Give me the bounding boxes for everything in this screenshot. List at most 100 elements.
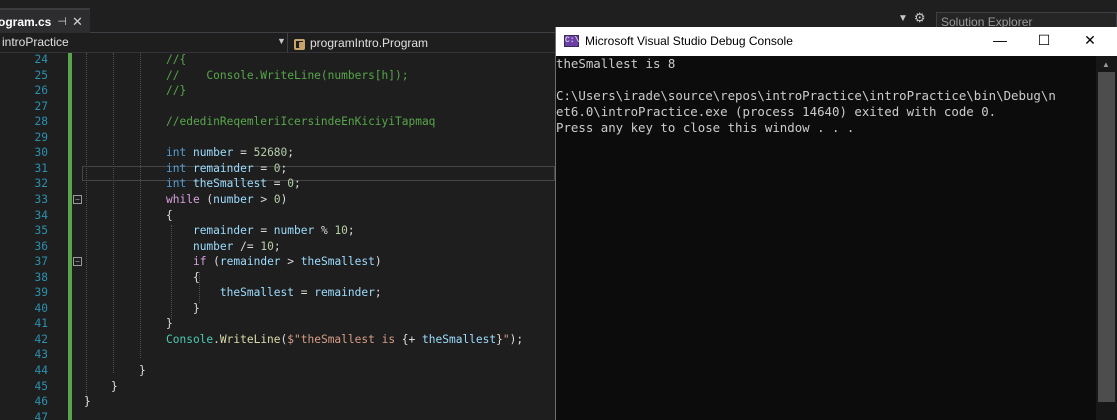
code-token: {	[401, 332, 409, 346]
code-token: //}	[166, 84, 187, 98]
dropdown-icon[interactable]: ▼	[898, 13, 908, 24]
code-line[interactable]: 45}	[0, 380, 555, 396]
code-line[interactable]: 46}	[0, 395, 555, 411]
code-token: 10	[334, 224, 348, 238]
code-token: ;	[287, 146, 295, 160]
code-line[interactable]: 35 remainder = number % 10;	[0, 224, 555, 240]
class-dropdown[interactable]: programIntro.Program	[293, 33, 428, 52]
gear-icon[interactable]: ⚙	[914, 10, 926, 26]
code-token: WriteLine	[219, 332, 281, 346]
code-line[interactable]: 37 − if (remainder > theSmallest)	[0, 255, 555, 271]
code-line[interactable]: 32 int theSmallest = 0;	[0, 177, 555, 193]
line-number: 38	[34, 270, 48, 284]
code-line[interactable]: 27	[0, 100, 555, 116]
code-line[interactable]: 31 int remainder = 0;	[0, 162, 555, 178]
code-token: ;	[294, 177, 301, 191]
maximize-button[interactable]: ☐	[1024, 29, 1064, 53]
code-text: remainder = number % 10;	[166, 224, 355, 237]
line-number: 25	[34, 68, 48, 82]
code-token: {	[166, 208, 173, 222]
console-app-icon: C:\	[564, 35, 580, 47]
code-editor[interactable]: 24 //{ 25 // Console.WriteLine(numbers[h]);…	[0, 53, 555, 420]
code-text: }	[166, 302, 200, 315]
code-text: int theSmallest = 0;	[166, 177, 301, 190]
line-number: 34	[34, 208, 48, 222]
code-line[interactable]: 25 // Console.WriteLine(numbers[h]);	[0, 69, 555, 85]
code-token: theSmallest	[300, 255, 375, 269]
code-token: number	[192, 239, 234, 253]
code-token: remainder	[192, 161, 254, 175]
collapse-icon[interactable]: −	[73, 194, 82, 204]
scrollbar-thumb[interactable]	[1098, 72, 1115, 402]
code-line[interactable]: 36 number /= 10;	[0, 240, 555, 256]
code-token: "	[502, 332, 510, 346]
code-text: Console.WriteLine($"theSmallest is {+ th…	[166, 333, 523, 346]
code-line[interactable]: 44}	[0, 364, 555, 380]
code-line[interactable]: 47	[0, 411, 555, 420]
code-token: }	[166, 317, 173, 331]
code-token: }	[139, 364, 146, 377]
line-number: 24	[34, 53, 48, 66]
line-number: 41	[34, 317, 48, 331]
scroll-up-icon[interactable]: ▲	[1102, 60, 1110, 69]
code-line[interactable]: 24 //{	[0, 53, 555, 69]
code-token: }	[84, 395, 91, 409]
debug-console-window[interactable]: C:\ Microsoft Visual Studio Debug Consol…	[555, 27, 1117, 420]
pin-icon[interactable]: ⊣	[57, 15, 67, 28]
code-token: 0	[273, 161, 281, 175]
code-token: Console	[166, 332, 214, 346]
line-number: 29	[34, 130, 48, 144]
code-line[interactable]: 41}	[0, 317, 555, 333]
console-title: Microsoft Visual Studio Debug Console	[585, 34, 793, 48]
code-token: }	[496, 332, 503, 346]
code-line[interactable]: 33 − while (number > 0)	[0, 193, 555, 209]
code-line[interactable]: 26 //}	[0, 84, 555, 100]
code-token: //{	[166, 53, 187, 66]
code-token: remainder	[219, 255, 281, 269]
code-line[interactable]: 39 theSmallest = remainder;	[0, 286, 555, 302]
code-token: $"theSmallest is	[287, 332, 402, 346]
code-token: =	[253, 161, 274, 175]
class-name: programIntro.Program	[310, 35, 429, 50]
code-token: int	[166, 146, 193, 160]
line-number: 36	[34, 239, 48, 253]
code-token: remainder	[314, 286, 375, 300]
console-title-bar[interactable]: C:\ Microsoft Visual Studio Debug Consol…	[556, 27, 1117, 56]
code-text: while (number > 0)	[166, 193, 287, 206]
code-token: ;	[374, 286, 382, 300]
document-tab[interactable]: ogram.cs ⊣ ✕	[0, 8, 90, 33]
collapse-icon[interactable]: −	[73, 257, 82, 267]
code-line[interactable]: 34 {	[0, 209, 555, 225]
code-line[interactable]: 38 {	[0, 271, 555, 287]
close-icon[interactable]: ✕	[72, 14, 83, 30]
line-number: 42	[34, 332, 48, 346]
code-text: }	[84, 395, 91, 408]
line-number: 35	[34, 224, 48, 238]
line-number: 47	[34, 410, 48, 420]
code-text: // Console.WriteLine(numbers[h]);	[166, 69, 408, 82]
code-line[interactable]: 30 int number = 52680;	[0, 146, 555, 162]
code-line[interactable]: 29	[0, 131, 555, 147]
code-line[interactable]: 43	[0, 348, 555, 364]
code-text: }	[139, 364, 146, 377]
close-button[interactable]: ✕	[1070, 29, 1110, 53]
code-token: .	[213, 332, 220, 346]
chevron-down-icon[interactable]: ▼	[277, 36, 286, 46]
code-text: }	[111, 380, 118, 393]
project-dropdown[interactable]: introPractice ▼	[0, 33, 288, 52]
line-number: 44	[34, 364, 48, 377]
code-text: if (remainder > theSmallest)	[166, 255, 382, 268]
code-token: /=	[233, 239, 261, 253]
line-number: 27	[34, 99, 48, 113]
code-line[interactable]: 28 //ededinReqemleriIcersindeEnKiciyiTapm…	[0, 115, 555, 131]
line-number: 45	[34, 379, 48, 393]
code-token: theSmallest	[422, 332, 497, 346]
code-token: if	[192, 255, 207, 269]
code-line[interactable]: 42 Console.WriteLine($"theSmallest is {+ …	[0, 333, 555, 349]
code-token: 52680	[253, 146, 288, 160]
code-line[interactable]: 40 }	[0, 302, 555, 318]
code-token: theSmallest	[192, 177, 268, 191]
code-token: 10	[260, 239, 274, 253]
minimize-button[interactable]: —	[980, 29, 1020, 53]
